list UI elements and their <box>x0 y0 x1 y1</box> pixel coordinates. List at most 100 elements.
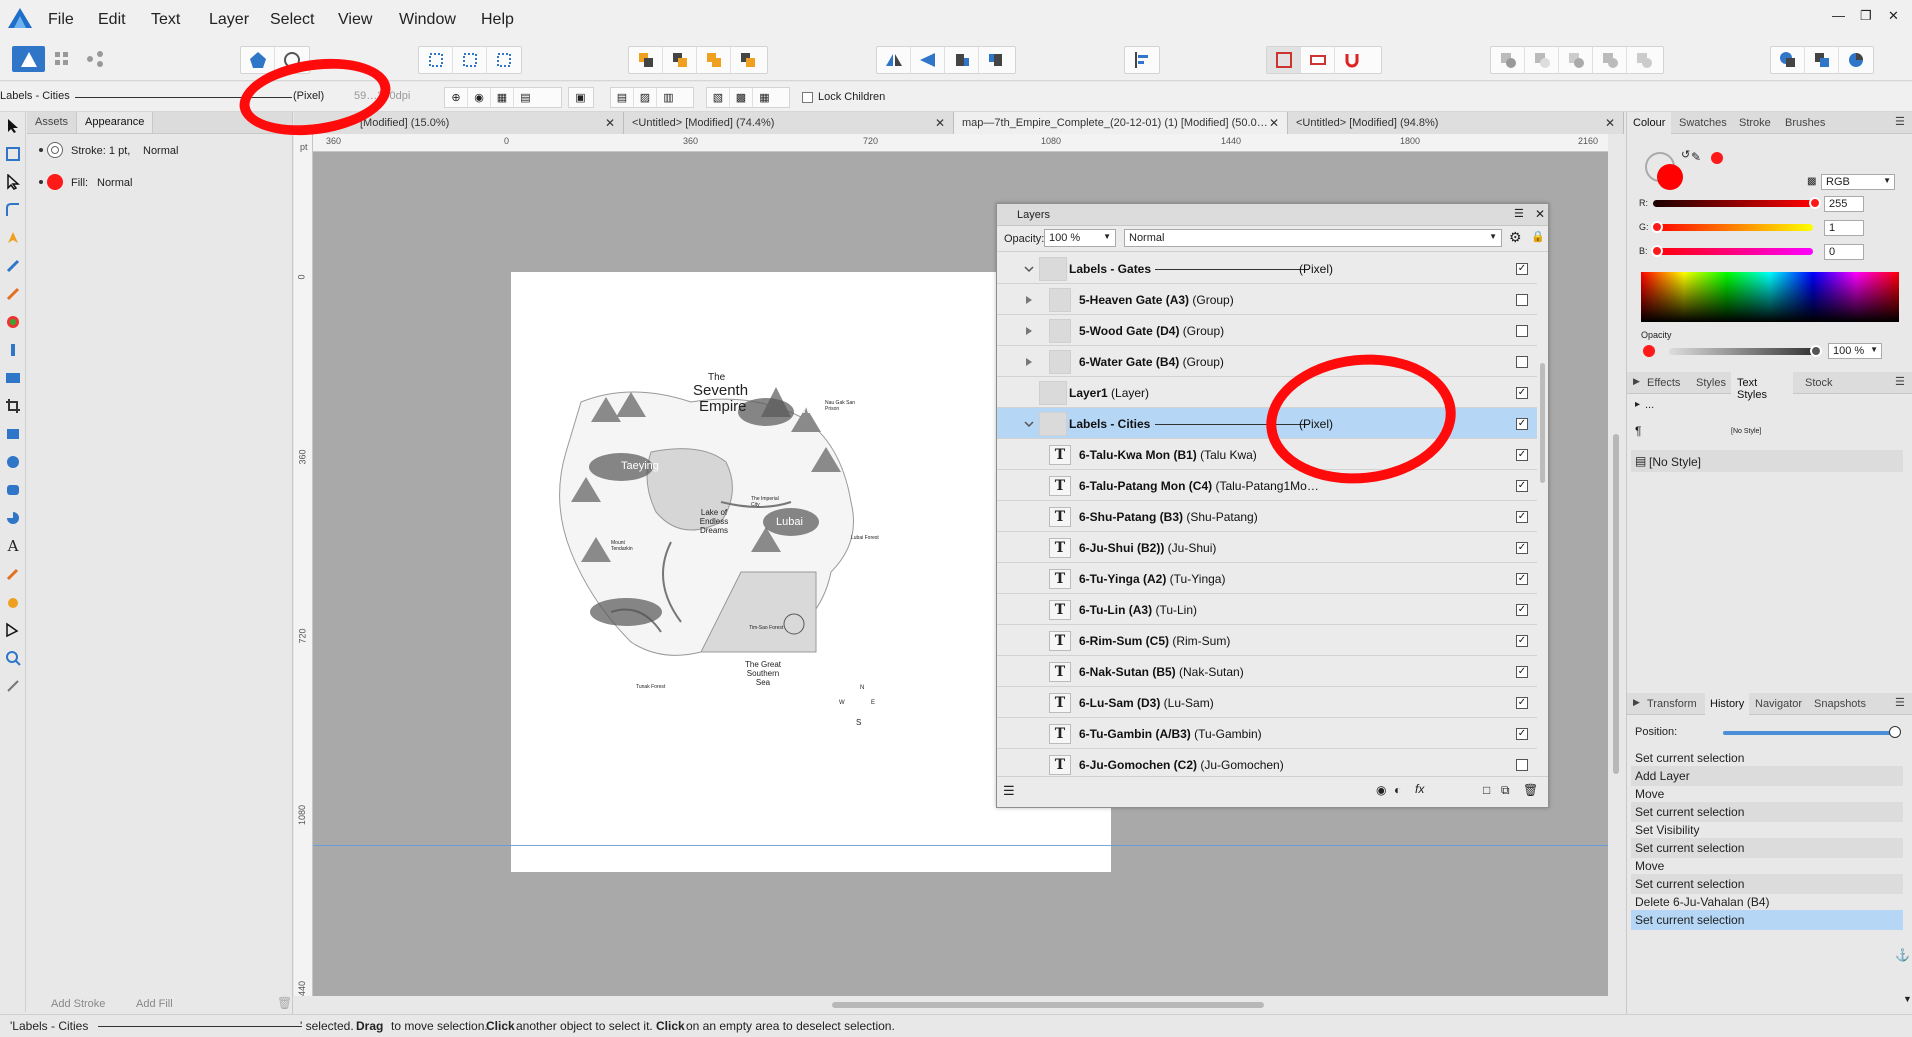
chevron-right-icon[interactable] <box>1023 356 1035 368</box>
layers-scrollbar[interactable] <box>1538 253 1548 775</box>
lock-icon[interactable]: 🔒 <box>1531 230 1545 243</box>
g-value-input[interactable]: 1 <box>1824 220 1864 236</box>
geometry-union-icon[interactable] <box>1771 47 1805 73</box>
close-tab-icon[interactable]: ✕ <box>605 116 615 130</box>
chevron-down-icon[interactable] <box>1023 263 1035 275</box>
artboard-tool-icon[interactable] <box>0 140 26 168</box>
zoom-tool-icon[interactable] <box>0 644 26 672</box>
pencil-tool-icon[interactable] <box>0 252 26 280</box>
tab-history[interactable]: History <box>1705 693 1749 715</box>
node-tool-icon[interactable] <box>0 168 26 196</box>
menu-view[interactable]: View <box>338 11 372 29</box>
adjustment-layer-icon[interactable]: ◐ <box>1394 783 1401 797</box>
menu-window[interactable]: Window <box>399 11 456 29</box>
designer-persona-icon[interactable] <box>12 46 46 72</box>
visibility-checkbox[interactable]: ✓ <box>1516 480 1528 492</box>
fill-swatch[interactable] <box>47 174 63 190</box>
fill-color-swatch[interactable] <box>1657 164 1683 190</box>
history-item[interactable]: Set current selection <box>1631 874 1903 894</box>
h-scroll-thumb[interactable] <box>832 1002 1264 1008</box>
snapshot-icon[interactable]: ⚓ <box>1895 948 1910 962</box>
close-window-icon[interactable]: ✕ <box>1888 8 1899 24</box>
add-fill-button[interactable]: Add Fill <box>136 998 173 1010</box>
stroke-mode[interactable]: Normal <box>143 145 178 157</box>
close-panel-icon[interactable]: ✕ <box>1535 207 1545 221</box>
transparency-tool-icon[interactable] <box>0 336 26 364</box>
scale-icon[interactable]: ▦ <box>491 88 514 107</box>
history-item[interactable]: Add Layer <box>1631 766 1903 786</box>
opacity-slider-thumb[interactable] <box>1810 345 1822 357</box>
history-item[interactable]: Set Visibility <box>1631 820 1903 840</box>
shape-select-icon[interactable] <box>0 616 26 644</box>
tab-text-styles[interactable]: Text Styles <box>1731 372 1793 401</box>
tab-swatches[interactable]: Swatches <box>1679 117 1727 129</box>
snap-grid-icon[interactable] <box>1267 47 1301 73</box>
b-slider[interactable] <box>1653 248 1813 255</box>
color-picker-icon[interactable]: ✎ <box>1691 150 1701 164</box>
layer-row[interactable]: T 6-Nak-Sutan (B5) (Nak-Sutan) ✓ <box>997 656 1537 687</box>
show-bbox-icon[interactable]: ◉ <box>468 88 491 107</box>
rounded-rect-tool-icon[interactable] <box>0 476 26 504</box>
transform-origin-icon[interactable]: ⊕ <box>445 88 468 107</box>
place-image-icon[interactable] <box>0 364 26 392</box>
layer-row[interactable]: T 6-Talu-Kwa Mon (B1) (Talu Kwa) ✓ <box>997 439 1537 470</box>
flip-vertical-icon[interactable] <box>911 47 945 73</box>
align-bottom-icon[interactable]: ▦ <box>753 88 776 107</box>
ellipse-tool-icon[interactable] <box>0 448 26 476</box>
tab-colour[interactable]: Colour <box>1627 112 1671 134</box>
layer-row[interactable]: T 6-Ju-Shui (B2)) (Ju-Shui) ✓ <box>997 532 1537 563</box>
layer-row[interactable]: T 6-Ju-Gomochen (C2) (Ju-Gomochen) <box>997 749 1537 775</box>
visibility-checkbox[interactable]: ✓ <box>1516 418 1528 430</box>
layer-row[interactable]: T 6-Talu-Patang Mon (C4) (Talu-Patang1Mo…… <box>997 470 1537 501</box>
flip-horizontal-icon[interactable] <box>877 47 911 73</box>
history-item[interactable]: Move <box>1631 856 1903 876</box>
menu-edit[interactable]: Edit <box>98 11 126 29</box>
menu-select[interactable]: Select <box>270 11 314 29</box>
visibility-checkbox[interactable]: ✓ <box>1516 604 1528 616</box>
color-spectrum[interactable] <box>1641 272 1899 322</box>
fx-icon[interactable]: fx <box>1415 782 1424 796</box>
fill-tool-icon[interactable] <box>0 308 26 336</box>
history-item[interactable]: Set current selection <box>1631 802 1903 822</box>
close-tab-icon[interactable]: ✕ <box>935 116 945 130</box>
align-right-icon[interactable]: ▥ <box>657 88 680 107</box>
history-position-slider[interactable] <box>1723 731 1893 735</box>
insert-inside-icon[interactable] <box>453 47 487 73</box>
subtract-shapes-icon[interactable] <box>1525 47 1559 73</box>
menu-layer[interactable]: Layer <box>209 11 249 29</box>
menu-file[interactable]: File <box>48 11 74 29</box>
insert-behind-icon[interactable] <box>487 47 521 73</box>
r-value-input[interactable]: 255 <box>1824 196 1864 212</box>
chevron-down-icon[interactable] <box>1023 418 1035 430</box>
mask-layer-icon[interactable]: ◉ <box>1376 783 1386 797</box>
trash-icon[interactable]: 🗑 <box>277 996 292 1010</box>
visibility-checkbox[interactable]: ✓ <box>1516 573 1528 585</box>
history-item[interactable]: Set current selection <box>1631 748 1903 768</box>
layer-row[interactable]: 5-Heaven Gate (A3) (Group) <box>997 284 1537 315</box>
b-value-input[interactable]: 0 <box>1824 244 1864 260</box>
panel-menu-icon[interactable]: ☰ <box>1895 696 1905 709</box>
layer-row[interactable]: T 6-Tu-Yinga (A2) (Tu-Yinga) ✓ <box>997 563 1537 594</box>
layer-row[interactable]: T 6-Lu-Sam (D3) (Lu-Sam) ✓ <box>997 687 1537 718</box>
add-shapes-icon[interactable] <box>1491 47 1525 73</box>
menu-text[interactable]: Text <box>151 11 180 29</box>
add-stroke-button[interactable]: Add Stroke <box>51 998 105 1010</box>
color-model-dropdown[interactable]: RGB ▼ <box>1821 174 1895 190</box>
align-top-icon[interactable]: ▧ <box>707 88 730 107</box>
export-persona-icon[interactable] <box>79 46 112 72</box>
snap-magnet-icon[interactable] <box>1335 47 1369 73</box>
layer-row[interactable]: T 6-Shu-Patang (B3) (Shu-Patang) ✓ <box>997 501 1537 532</box>
collapse-chevron-icon[interactable]: ▶ <box>1633 376 1640 387</box>
layers-scroll-thumb[interactable] <box>1540 363 1545 483</box>
visibility-checkbox[interactable]: ✓ <box>1516 666 1528 678</box>
b-slider-thumb[interactable] <box>1651 245 1663 257</box>
add-layer-icon[interactable]: □ <box>1483 783 1490 797</box>
corner-tool-icon[interactable] <box>0 196 26 224</box>
visibility-checkbox[interactable]: ✓ <box>1516 542 1528 554</box>
panel-menu-icon[interactable]: ☰ <box>1895 115 1905 128</box>
pie-tool-icon[interactable] <box>0 504 26 532</box>
scroll-down-icon[interactable]: ▼ <box>1903 994 1912 1004</box>
picked-color-swatch[interactable] <box>1711 152 1723 164</box>
fill-mode[interactable]: Normal <box>97 177 132 189</box>
paragraph-style-value[interactable]: [No Style] <box>1731 428 1761 435</box>
